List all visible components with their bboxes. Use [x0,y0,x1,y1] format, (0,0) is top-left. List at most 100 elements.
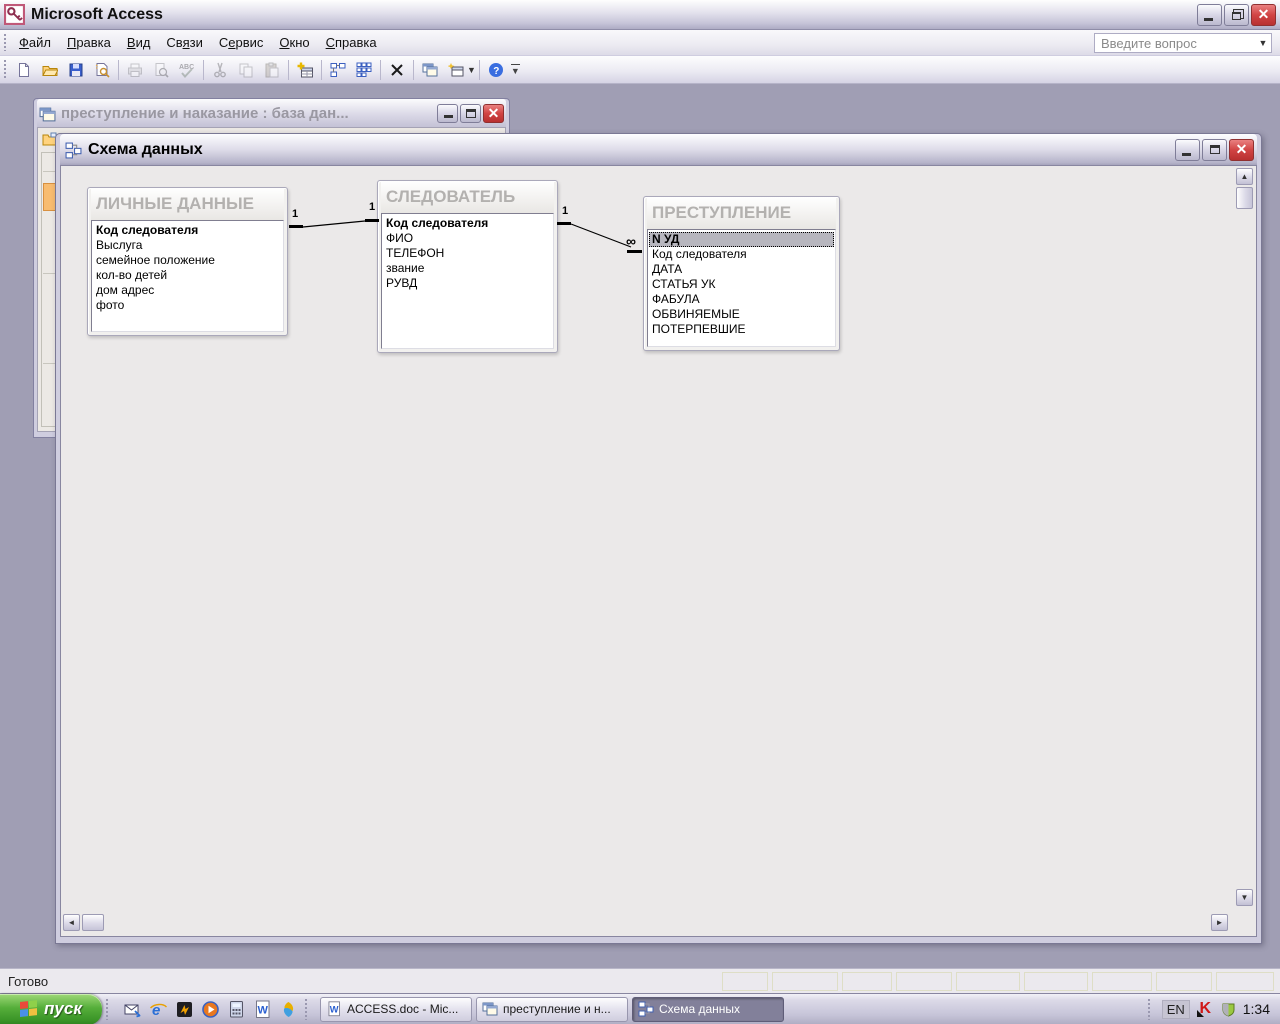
save-button[interactable] [64,58,88,82]
field-row[interactable]: Код следователя [93,223,282,238]
table-title[interactable]: СЛЕДОВАТЕЛЬ [381,181,554,213]
field-row[interactable]: ДАТА [649,262,834,277]
field-row[interactable]: фото [93,298,282,313]
schema-maximize-button[interactable] [1202,138,1227,161]
field-row[interactable]: кол-во детей [93,268,282,283]
menu-relationships[interactable]: Связи [158,32,210,53]
scroll-up-icon[interactable]: ▲ [1236,168,1253,185]
kaspersky-icon[interactable]: K [1196,1000,1214,1018]
cut-button [208,58,232,82]
app-minimize-button[interactable] [1197,3,1222,26]
schema-close-button[interactable]: ✕ [1229,138,1254,161]
field-row[interactable]: дом адрес [93,283,282,298]
ask-question-box[interactable]: Введите вопрос ▼ [1094,33,1272,53]
word-icon[interactable]: W [251,998,273,1020]
field-row[interactable]: ФИО [383,231,552,246]
help-button[interactable]: ? [484,58,508,82]
show-table-button[interactable] [293,58,317,82]
database-window-button[interactable] [418,58,442,82]
language-indicator[interactable]: EN [1161,999,1190,1019]
task-label: Схема данных [659,1002,741,1016]
toolbar-options-icon[interactable]: ▼ [510,63,520,76]
vertical-scrollbar[interactable]: ▲ ▼ [1236,168,1253,906]
new-object-dropdown-icon[interactable]: ▼ [467,65,476,75]
menu-view[interactable]: Вид [119,32,159,53]
status-bar: Готово [0,968,1280,993]
schema-minimize-button[interactable] [1175,138,1200,161]
menu-help[interactable]: Справка [318,32,385,53]
media-player-icon[interactable] [199,998,221,1020]
shield-icon[interactable] [1221,1002,1236,1017]
svg-text:?: ? [493,65,499,76]
database-window-icon [39,106,56,121]
database-window-title: преступление и наказание : база дан... [61,104,349,122]
menubar-grip[interactable] [3,33,8,52]
field-row[interactable]: звание [383,261,552,276]
field-row[interactable]: ФАБУЛА [649,292,834,307]
field-row[interactable]: РУВД [383,276,552,291]
field-row[interactable]: Код следователя [383,216,552,231]
delete-button[interactable] [385,58,409,82]
menu-window[interactable]: Окно [271,32,317,53]
new-button[interactable] [12,58,36,82]
field-row[interactable]: N УД [649,232,834,247]
msn-icon[interactable] [277,998,299,1020]
taskbar-task-1[interactable]: W ACCESS.doc - Mic... [320,996,472,1022]
outlook-express-icon[interactable] [121,998,143,1020]
calculator-icon[interactable] [225,998,247,1020]
toolbar-grip[interactable] [3,60,8,79]
taskbar-task-3[interactable]: Схема данных [632,996,784,1022]
field-row[interactable]: СТАТЬЯ УК [649,277,834,292]
hscroll-thumb[interactable] [82,914,104,931]
field-row[interactable]: Выслуга [93,238,282,253]
quicklaunch-grip[interactable] [105,998,110,1020]
field-row[interactable]: ТЕЛЕФОН [383,246,552,261]
tasks-grip[interactable] [304,998,309,1020]
svg-text:W: W [257,1004,268,1016]
schema-titlebar[interactable]: Схема данных ✕ [60,134,1257,165]
field-row[interactable]: семейное положение [93,253,282,268]
taskbar: пуск eW W ACCESS.doc - Mic... преступление… [0,993,1280,1024]
file-search-button[interactable] [90,58,114,82]
table-fields: Код следователя Выслуга семейное положение… [91,220,284,332]
app-restore-button[interactable] [1224,3,1249,26]
table-3[interactable]: ПРЕСТУПЛЕНИЕ N УД Код следователя ДАТА СТАТЬ… [643,196,840,351]
app-close-button[interactable]: ✕ [1251,3,1276,26]
table-1[interactable]: ЛИЧНЫЕ ДАННЫЕ Код следователя Выслуга семей… [87,187,288,336]
menu-tools[interactable]: Сервис [211,32,272,53]
relationships-icon [638,1001,654,1017]
direct-relationships-button[interactable] [326,58,350,82]
taskbar-task-2[interactable]: преступление и н... [476,996,628,1022]
field-row[interactable]: Код следователя [649,247,834,262]
internet-explorer-icon[interactable]: e [147,998,169,1020]
open-button[interactable] [38,58,62,82]
scroll-right-icon[interactable]: ► [1211,914,1228,931]
table-2[interactable]: СЛЕДОВАТЕЛЬ Код следователя ФИО ТЕЛЕФОН зван… [377,180,558,353]
winamp-icon[interactable] [173,998,195,1020]
menu-file[interactable]: Файл [11,32,59,53]
menu-edit[interactable]: Правка [59,32,119,53]
access-app-icon [3,3,25,25]
database-close-button[interactable]: ✕ [483,103,504,123]
all-relationships-button[interactable] [352,58,376,82]
start-button[interactable]: пуск [0,993,102,1024]
chevron-down-icon[interactable]: ▼ [1255,38,1271,48]
horizontal-scrollbar[interactable]: ◄ ► [63,914,1228,931]
system-tray: EN K 1:34 [1140,994,1280,1024]
field-row[interactable]: ПОТЕРПЕВШИЕ [649,322,834,337]
database-maximize-button[interactable] [460,103,481,123]
new-object-button[interactable] [444,58,468,82]
schema-window[interactable]: Схема данных ✕ ЛИЧНЫЕ ДАННЫЕ Код следоват… [55,133,1262,944]
tray-grip[interactable] [1146,998,1152,1020]
clock: 1:34 [1242,1001,1270,1017]
database-window-titlebar[interactable]: преступление и наказание : база дан... ✕ [37,99,506,127]
table-title[interactable]: ЛИЧНЫЕ ДАННЫЕ [91,188,284,220]
quick-launch: eW [119,998,301,1020]
database-minimize-button[interactable] [437,103,458,123]
scroll-left-icon[interactable]: ◄ [63,914,80,931]
vscroll-thumb[interactable] [1236,187,1253,209]
field-row[interactable]: ОБВИНЯЕМЫЕ [649,307,834,322]
toolbar-separator [380,59,381,80]
table-title[interactable]: ПРЕСТУПЛЕНИЕ [647,197,836,229]
scroll-down-icon[interactable]: ▼ [1236,889,1253,906]
